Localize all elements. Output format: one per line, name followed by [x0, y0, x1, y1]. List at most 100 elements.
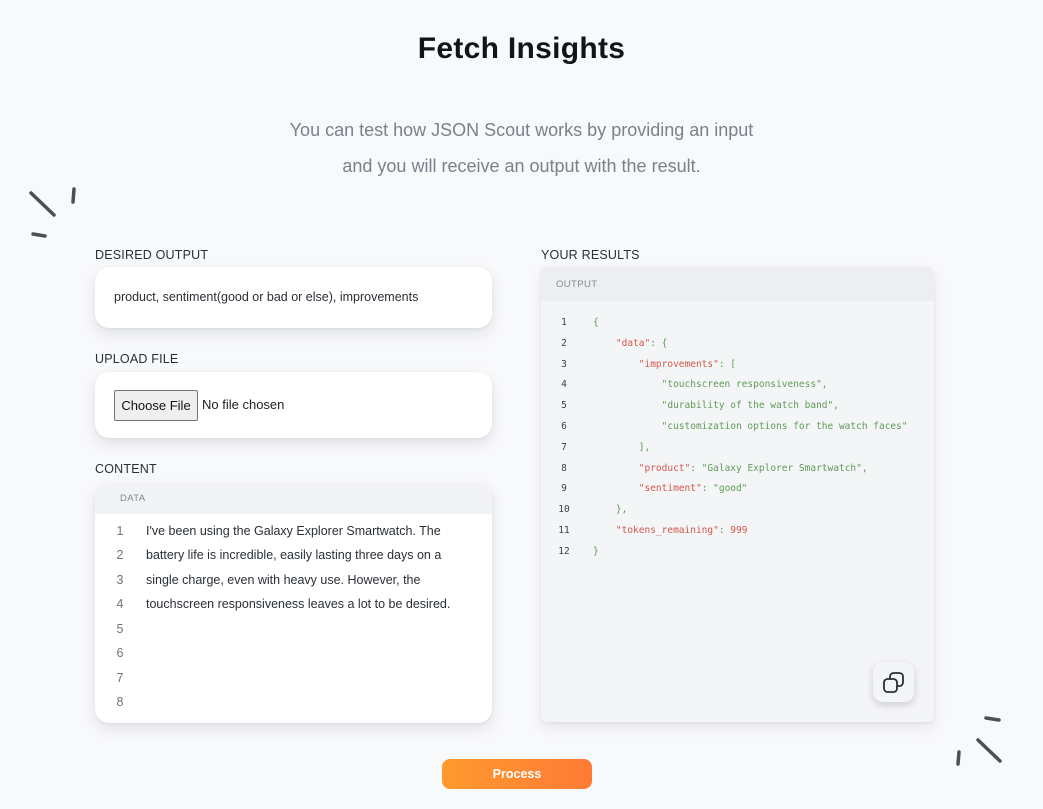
content-editor-header: DATA — [95, 483, 492, 514]
content-header-label: DATA — [120, 493, 146, 504]
code-token: "product" — [638, 462, 691, 474]
code-line: 11 "tokens_remaining": 999 — [541, 525, 934, 545]
code-line: 3 "improvements": [ — [541, 359, 934, 379]
upload-file-label: UPLOAD FILE — [95, 352, 179, 366]
code-line-content: } — [593, 546, 599, 557]
content-line: 7 — [95, 671, 492, 695]
desired-output-field[interactable]: product, sentiment(good or bad or else),… — [95, 267, 492, 328]
code-token: "good" — [713, 483, 748, 495]
code-line-number: 1 — [561, 317, 567, 328]
code-line-number: 7 — [561, 441, 567, 453]
file-status-text: No file chosen — [202, 397, 285, 412]
line-number: 4 — [116, 597, 124, 611]
code-line: 6 "customization options for the watch f… — [541, 421, 934, 441]
code-line-number: 8 — [561, 462, 567, 474]
code-line-content: ], — [593, 442, 650, 453]
line-number: 1 — [116, 524, 124, 538]
code-token: : — [701, 483, 714, 495]
code-token: "customization options for the watch fac… — [661, 421, 908, 432]
line-number: 7 — [116, 671, 124, 685]
code-line-content: "tokens_remaining": 999 — [593, 525, 748, 536]
code-line-content: "touchscreen responsiveness", — [593, 379, 828, 390]
code-line: 4 "touchscreen responsiveness", — [541, 379, 934, 399]
content-line-text: single charge, even with heavy use. Howe… — [146, 573, 421, 587]
code-line: 8 "product": "Galaxy Explorer Smartwatch… — [541, 463, 934, 483]
code-token: 999 — [730, 525, 748, 536]
code-line: 5 "durability of the watch band", — [541, 400, 934, 420]
page-title: Fetch Insights — [417, 32, 626, 65]
code-line: 12} — [541, 546, 934, 566]
code-token: ], — [593, 441, 651, 453]
your-results-label: YOUR RESULTS — [541, 248, 640, 262]
decorative-strokes-bottom-right — [956, 716, 1002, 766]
code-line-number: 6 — [561, 421, 567, 432]
copy-icon — [883, 672, 904, 693]
page-subtitle: You can test how JSON Scout works by pro… — [0, 112, 1043, 184]
results-panel-header: OUTPUT — [541, 267, 934, 301]
line-number: 2 — [116, 548, 124, 562]
code-token: "durability of the watch band" — [661, 400, 834, 412]
code-line-content: "customization options for the watch fac… — [593, 421, 908, 432]
content-line: 3 single charge, even with heavy use. How… — [95, 573, 492, 597]
code-token: "sentiment" — [638, 483, 702, 495]
content-editor-body[interactable]: 1 I've been using the Galaxy Explorer Sma… — [95, 514, 492, 723]
code-token: "data" — [615, 337, 651, 349]
code-token: { — [593, 317, 599, 328]
code-token: }, — [593, 504, 628, 516]
code-line: 9 "sentiment": "good" — [541, 483, 934, 503]
code-line-content: { — [593, 317, 599, 328]
content-label: CONTENT — [95, 462, 157, 476]
desired-output-value[interactable]: product, sentiment(good or bad or else),… — [114, 290, 418, 304]
code-token: "tokens_remaining" — [615, 525, 719, 536]
line-number: 6 — [116, 646, 124, 660]
code-line-number: 12 — [558, 545, 570, 557]
content-line: 8 — [95, 695, 492, 719]
code-line-number: 9 — [561, 483, 567, 495]
content-line: 6 — [95, 646, 492, 670]
results-panel: OUTPUT 1{2 "data": {3 "improvements": [4… — [541, 267, 934, 722]
code-line-content: "data": { — [593, 337, 668, 349]
code-line-number: 10 — [558, 504, 570, 516]
code-token: , — [861, 462, 868, 474]
decorative-strokes-top-left — [29, 187, 76, 238]
code-token: : [ — [718, 358, 737, 370]
code-line-number: 3 — [561, 358, 567, 370]
code-line-content: "product": "Galaxy Explorer Smartwatch", — [593, 463, 868, 474]
content-line-text: battery life is incredible, easily lasti… — [146, 548, 442, 562]
line-number: 8 — [116, 695, 124, 709]
code-token: , — [821, 379, 828, 391]
line-number: 5 — [116, 622, 124, 636]
code-token: "touchscreen responsiveness" — [661, 379, 822, 391]
code-line-number: 11 — [558, 525, 570, 536]
choose-file-button[interactable]: Choose File — [114, 390, 198, 421]
code-token: : — [690, 462, 702, 474]
code-token: "improvements" — [638, 358, 719, 370]
content-editor[interactable]: DATA 1 I've been using the Galaxy Explore… — [95, 483, 492, 723]
code-line: 7 ], — [541, 442, 934, 462]
code-token: : { — [650, 337, 668, 349]
code-token: "Galaxy Explorer Smartwatch" — [701, 462, 862, 474]
upload-file-card: Choose File No file chosen — [95, 372, 492, 438]
desired-output-label: DESIRED OUTPUT — [95, 248, 209, 262]
code-token: , — [833, 400, 839, 412]
code-line: 1{ — [541, 317, 934, 337]
code-line-number: 5 — [561, 400, 567, 412]
content-line: 5 — [95, 622, 492, 646]
content-line: 1 I've been using the Galaxy Explorer Sma… — [95, 524, 492, 548]
code-line-content: "sentiment": "good" — [593, 483, 748, 495]
code-line-number: 4 — [561, 379, 567, 391]
line-number: 3 — [116, 573, 124, 587]
code-line-content: }, — [593, 504, 627, 515]
code-token: : — [718, 525, 731, 536]
copy-button[interactable] — [873, 662, 914, 702]
process-button[interactable]: Process — [442, 759, 592, 789]
code-line-content: "durability of the watch band", — [593, 400, 839, 411]
